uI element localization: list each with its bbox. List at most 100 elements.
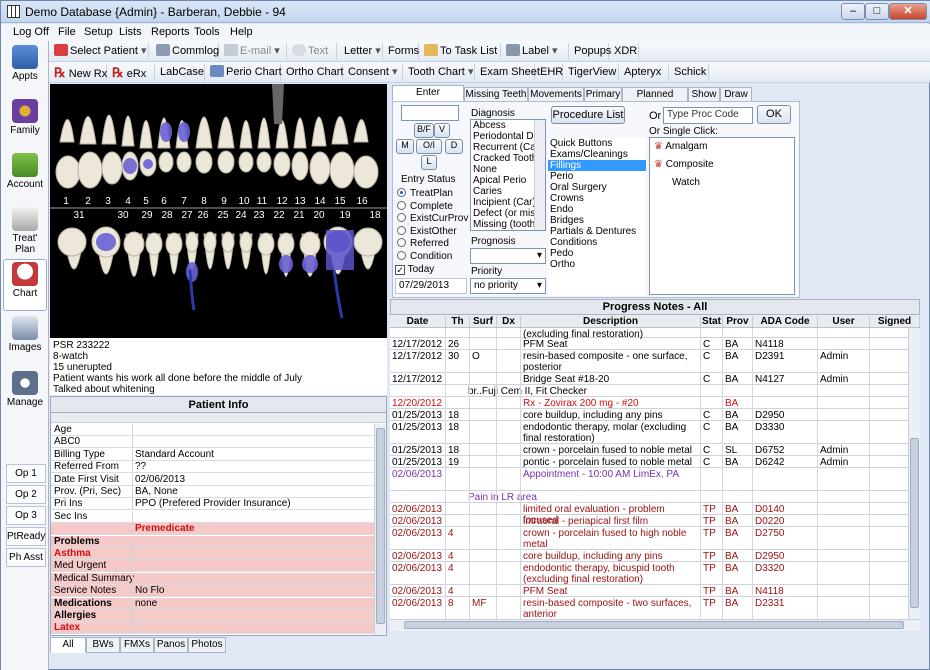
tooth-number[interactable]: 26 [196,210,210,221]
column-header[interactable]: Prov [723,316,753,327]
quick-button-item[interactable]: Endo [548,204,646,215]
single-click-amalgam[interactable]: ♛ Amalgam [650,138,794,156]
column-header[interactable]: Dx [497,316,521,327]
tab-fmxs[interactable]: FMXs [120,637,154,653]
patient-info-row[interactable]: Problems [51,535,374,548]
ok-button[interactable]: OK [757,105,791,124]
ortho-chart-button[interactable]: Ortho Chart [283,64,343,81]
text-button[interactable]: Text [289,43,337,60]
tooth-number[interactable]: 15 [333,196,347,207]
status-radio[interactable]: ExistOther [397,225,467,239]
menu-file[interactable]: File [58,26,76,38]
menu-setup[interactable]: Setup [84,26,113,38]
status-radio[interactable]: Complete [397,200,467,214]
tooth-number[interactable]: 5 [139,196,153,207]
diagnosis-list[interactable]: Abcess Periodontal Dis Recurrent (Car) Crac… [470,119,546,231]
menu-tools[interactable]: Tools [194,26,220,38]
quick-button-item[interactable]: Bridges [548,215,646,226]
tab-enter-treatment[interactable]: Enter Treatment [392,85,464,112]
tooth-number[interactable]: 7 [177,196,191,207]
maximize-button[interactable]: □ [865,3,889,20]
procedure-list-button[interactable]: Procedure List [551,106,625,124]
scroll-thumb[interactable] [376,428,385,624]
popups-button[interactable]: Popups [571,43,611,60]
tigerview-button[interactable]: TigerView [565,64,619,81]
label-button[interactable]: Label ▾ [503,43,569,60]
email-button[interactable]: E-mail ▾ [221,43,287,60]
nav-appts[interactable]: Appts [3,45,47,82]
patient-info-row[interactable]: Allergies [51,610,374,622]
quick-button-item[interactable]: Pedo [548,248,646,259]
consent-button[interactable]: Consent ▾ [345,64,403,81]
quick-button-item[interactable]: Ortho [548,259,646,270]
tooth-number[interactable]: 31 [72,210,86,221]
tooth-number[interactable]: 28 [160,210,174,221]
select-patient-button[interactable]: Select Patient ▾ [51,43,149,60]
column-header[interactable]: Stat [701,316,723,327]
surface-input[interactable] [401,105,459,121]
tooth-number[interactable]: 8 [197,196,211,207]
prognosis-select[interactable]: ▾ [470,248,546,264]
patient-info-row[interactable]: Pri Ins PPO (Prefered Provider Insurance) [51,498,374,511]
single-click-list[interactable]: ♛ Amalgam ♛ Composite Watch [649,137,795,295]
patient-info-row[interactable]: Medications none [51,597,374,610]
tab-panos[interactable]: Panos [154,637,188,653]
tooth-number[interactable]: 16 [355,196,369,207]
tooth-number[interactable]: 14 [313,196,327,207]
quick-button-item[interactable]: Fillings [548,160,646,171]
surface-l-button[interactable]: L [421,155,437,170]
menu-log-off[interactable]: Log Off [13,26,49,38]
patient-info-row[interactable]: Asthma [51,548,374,560]
letter-button[interactable]: Letter ▾ [341,43,383,60]
progress-notes-vscroll[interactable] [908,328,920,619]
ph-asst-button[interactable]: Ph Asst [6,548,46,567]
tooth-number[interactable]: 25 [216,210,230,221]
menu-help[interactable]: Help [230,26,253,38]
scroll-thumb[interactable] [404,621,904,629]
status-radio[interactable]: Referred [397,238,467,251]
apteryx-button[interactable]: Apteryx [621,64,669,81]
surface-d-button[interactable]: D [445,139,463,154]
tab-photos[interactable]: Photos [188,637,226,653]
patient-info-row[interactable]: ABC0 [51,436,374,449]
column-header[interactable]: Signed [870,316,920,327]
status-radio[interactable]: Condition [397,250,467,264]
quick-button-item[interactable]: Crowns [548,193,646,204]
patient-info-scrollbar[interactable] [374,424,386,635]
single-click-watch[interactable]: Watch [650,174,794,192]
menu-reports[interactable]: Reports [151,26,190,38]
perio-chart-button[interactable]: Perio Chart [207,64,282,81]
erx-button[interactable]: ℞ eRx [109,64,155,81]
tooth-chart-button[interactable]: Tooth Chart ▾ [405,64,475,81]
tab-all[interactable]: All [50,637,86,653]
patient-info-row[interactable]: Med Urgent [51,560,374,573]
commlog-button[interactable]: Commlog [153,43,219,60]
priority-select[interactable]: no priority ▾ [470,278,546,294]
patient-info-row[interactable]: Age [51,424,374,436]
patient-info-row[interactable]: Sec Ins [51,510,374,523]
tooth-number[interactable]: 1 [59,196,73,207]
scroll-thumb[interactable] [910,438,919,608]
quick-button-item[interactable]: Partials & Dentures [548,226,646,237]
tooth-number[interactable]: 20 [312,210,326,221]
patient-info-row[interactable]: Billing Type Standard Account [51,448,374,461]
patient-info-row[interactable]: Premedicate [51,523,374,536]
patient-info-row[interactable]: Latex [51,622,374,635]
column-header[interactable]: ADA Code [753,316,818,327]
tooth-number[interactable]: 27 [180,210,194,221]
tooth-number[interactable]: 23 [252,210,266,221]
tooth-number[interactable]: 24 [234,210,248,221]
date-field[interactable]: 07/29/2013 [395,278,467,294]
to-task-list-button[interactable]: To Task List [421,43,501,60]
column-header[interactable]: Th [446,316,470,327]
tooth-number[interactable]: 2 [81,196,95,207]
quick-button-item[interactable]: Perio [548,171,646,182]
tooth-chart[interactable]: 1 2 3 4 5 6 7 8 9 10 11 12 13 14 15 16 31 30 29 28 27 26 25 24… [50,84,387,338]
single-click-composite[interactable]: ♛ Composite [650,156,794,174]
menu-lists[interactable]: Lists [119,26,142,38]
patient-info-row[interactable]: Service Notes No Flo [51,585,374,598]
ptready-button[interactable]: PtReady [6,527,46,546]
labcase-button[interactable]: LabCase [157,64,205,81]
progress-notes-hscroll[interactable] [390,619,920,631]
xdr-button[interactable]: XDR [611,43,639,60]
